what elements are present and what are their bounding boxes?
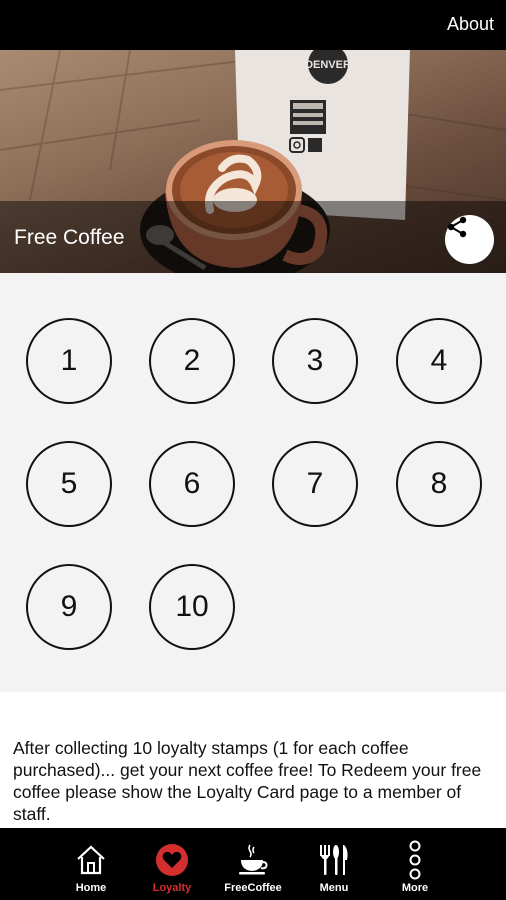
cutlery-icon [314,840,354,880]
about-link[interactable]: About [447,14,494,35]
stamp-1: 1 [26,318,112,404]
tab-home[interactable]: Home [51,828,131,900]
share-icon [447,216,467,238]
tab-freecoffee[interactable]: FreeCoffee [213,828,293,900]
more-dots-icon [395,840,435,880]
tab-home-label: Home [75,882,107,894]
loyalty-stamp-grid: 1 2 3 4 5 6 7 8 9 10 [0,273,506,692]
stamp-9: 9 [26,564,112,650]
tab-loyalty-label: Loyalty [152,882,192,894]
stamp-8: 8 [396,441,482,527]
loyalty-info-section: After collecting 10 loyalty stamps (1 fo… [0,692,506,828]
stamp-3: 3 [272,318,358,404]
coffee-cup-icon [233,840,273,880]
page-title: Free Coffee [14,226,125,249]
stamp-7: 7 [272,441,358,527]
top-bar: About [0,0,506,50]
stamp-2: 2 [149,318,235,404]
stamp-10: 10 [149,564,235,650]
bottom-tab-bar: Home Loyalty FreeCoffee Menu More [0,828,506,900]
tab-menu-label: Menu [319,882,349,894]
sign-logo-text: DENVER [305,59,351,71]
stamp-5: 5 [26,441,112,527]
tab-more-label: More [401,882,429,894]
tab-freecoffee-label: FreeCoffee [224,882,282,894]
home-icon [71,840,111,880]
tab-menu[interactable]: Menu [294,828,374,900]
tab-loyalty[interactable]: Loyalty [132,828,212,900]
loyalty-instructions: After collecting 10 loyalty stamps (1 fo… [13,738,482,824]
share-button[interactable] [445,215,494,264]
stamp-4: 4 [396,318,482,404]
heart-icon [152,840,192,880]
stamp-6: 6 [149,441,235,527]
hero-banner: DENVER Free Coffee [0,50,506,273]
tab-more[interactable]: More [375,828,455,900]
